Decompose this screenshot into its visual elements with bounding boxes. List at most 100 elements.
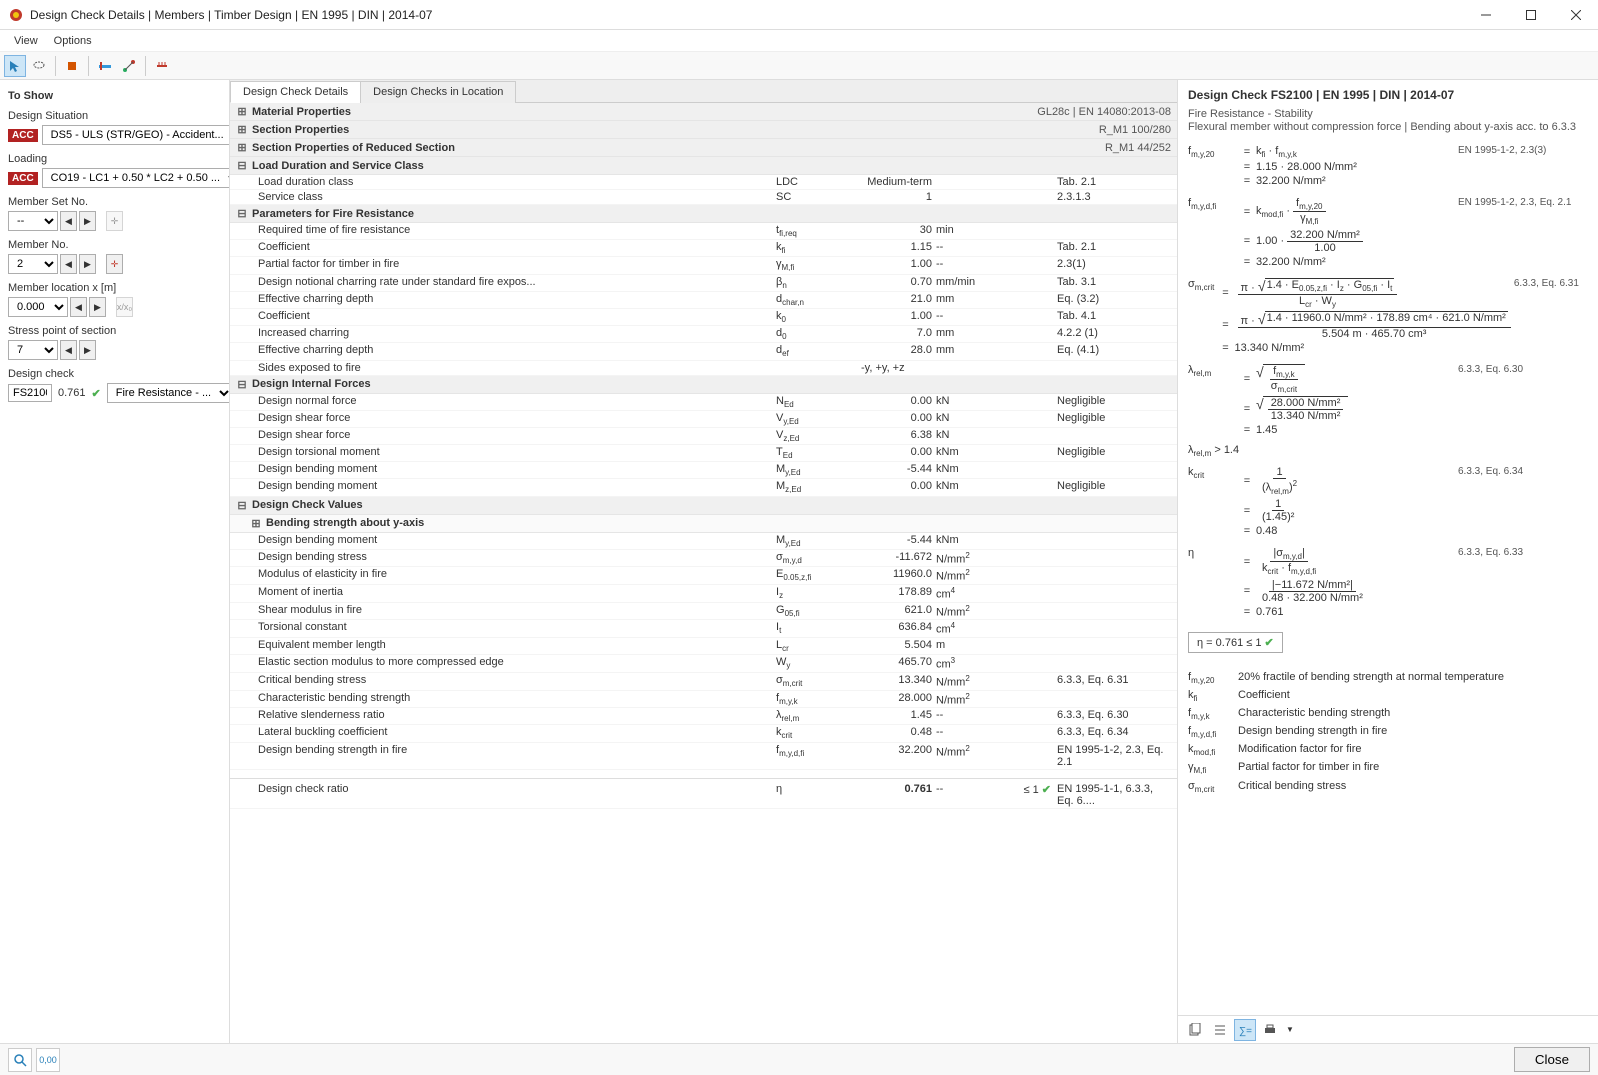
table-row: Critical bending stressσm,crit13.340N/mm… <box>230 673 1177 691</box>
dc-ratio: 0.761 <box>54 387 90 399</box>
print-icon[interactable] <box>1259 1019 1281 1041</box>
right-toolbar: ∑= ▼ <box>1178 1015 1598 1043</box>
eq-fmydfi: fm,y,d,fi =kmod,fi · fm,y,20γM,fi =1.00 … <box>1188 195 1588 269</box>
table-row: Relative slenderness ratioλrel,m1.45--6.… <box>230 708 1177 725</box>
eq-eta: η =|σm,y,d|kcrit · fm,y,d,fi =|−11.672 N… <box>1188 545 1588 619</box>
ms-next-button[interactable]: ▶ <box>79 211 96 231</box>
result-box: η = 0.761 ≤ 1 ✔ <box>1188 632 1283 653</box>
toolbar-section-icon[interactable] <box>61 55 83 77</box>
treegrid[interactable]: ⊞Material PropertiesGL28c | EN 14080:201… <box>230 103 1177 1043</box>
footer: 0,00 Close <box>0 1043 1598 1075</box>
loc-prev-button[interactable]: ◀ <box>70 297 87 317</box>
center-panel: Design Check Details Design Checks in Lo… <box>230 80 1178 1043</box>
right-sub2: Flexural member without compression forc… <box>1188 121 1588 133</box>
design-situation-select[interactable]: DS5 - ULS (STR/GEO) - Accident... <box>42 125 230 145</box>
loc-next-button[interactable]: ▶ <box>89 297 106 317</box>
table-row: Design bending momentMy,Ed-5.44kNm <box>230 533 1177 550</box>
list-icon[interactable] <box>1209 1019 1231 1041</box>
table-row: Moment of inertiaIz178.89cm4 <box>230 585 1177 603</box>
table-row: Design shear forceVz,Ed6.38kN <box>230 428 1177 445</box>
stress-label: Stress point of section <box>8 325 221 337</box>
eq-kcrit: kcrit =1(λrel,m)2 =1(1.45)² =0.48 6.3.3,… <box>1188 464 1588 539</box>
check-icon: ✔ <box>1042 784 1051 796</box>
loading-select[interactable]: CO19 - LC1 + 0.50 * LC2 + 0.50 ... <box>42 168 230 188</box>
table-row: Design bending stressσm,y,d-11.672N/mm2 <box>230 550 1177 568</box>
loc-pick-button[interactable]: x/x₀ <box>116 297 133 317</box>
close-dialog-button[interactable]: Close <box>1514 1047 1590 1072</box>
group-dcv[interactable]: ⊟Design Check Values <box>230 497 1177 515</box>
table-row: Equivalent member lengthLcr5.504m <box>230 638 1177 655</box>
group-ldsc[interactable]: ⊟Load Duration and Service Class <box>230 157 1177 175</box>
dc-code-field[interactable] <box>8 384 52 402</box>
table-row: Torsional constantIt636.84cm4 <box>230 620 1177 638</box>
mn-prev-button[interactable]: ◀ <box>60 254 77 274</box>
sp-next-button[interactable]: ▶ <box>79 340 96 360</box>
row-ldc: Load duration classLDCMedium-termTab. 2.… <box>230 175 1177 190</box>
table-row: Design shear forceVy,Ed0.00kNNegligible <box>230 411 1177 428</box>
mn-next-button[interactable]: ▶ <box>79 254 96 274</box>
lrel-condition: λrel,m > 1.4 <box>1188 444 1588 458</box>
eq-lrel: λrel,m =fm,y,kσm,crit =28.000 N/mm²13.34… <box>1188 362 1588 438</box>
table-row: Shear modulus in fireG05,fi621.0N/mm2 <box>230 603 1177 621</box>
design-situation-label: Design Situation <box>8 110 221 122</box>
memberset-label: Member Set No. <box>8 196 221 208</box>
toolbar-pointer-icon[interactable] <box>4 55 26 77</box>
dc-label: Design check <box>8 368 221 380</box>
ms-prev-button[interactable]: ◀ <box>60 211 77 231</box>
group-section-reduced[interactable]: ⊞Section Properties of Reduced SectionR_… <box>230 139 1177 157</box>
toolbar-beam-icon[interactable] <box>94 55 116 77</box>
maximize-button[interactable] <box>1508 0 1553 30</box>
minimize-button[interactable] <box>1463 0 1508 30</box>
memberset-select[interactable]: -- <box>8 211 58 231</box>
table-row: Design bending momentMy,Ed-5.44kNm <box>230 462 1177 479</box>
dc-name-select[interactable]: Fire Resistance - ... <box>107 383 230 403</box>
toolbar-load-icon[interactable] <box>151 55 173 77</box>
toolbar-node-icon[interactable] <box>118 55 140 77</box>
dropdown-icon[interactable]: ▼ <box>1284 1025 1296 1034</box>
units-icon[interactable]: 0,00 <box>36 1048 60 1072</box>
left-panel: To Show Design Situation ACC DS5 - ULS (… <box>0 80 230 1043</box>
table-row: Required time of fire resistancetfi,req3… <box>230 223 1177 240</box>
ms-pick-button[interactable]: ✛ <box>106 211 123 231</box>
group-section[interactable]: ⊞Section PropertiesR_M1 100/280 <box>230 121 1177 139</box>
table-row: Design bending momentMz,Ed0.00kNmNegligi… <box>230 479 1177 496</box>
table-row: Characteristic bending strengthfm,y,k28.… <box>230 691 1177 709</box>
table-row: Design normal forceNEd0.00kNNegligible <box>230 394 1177 411</box>
toolbar <box>0 52 1598 80</box>
right-title: Design Check FS2100 | EN 1995 | DIN | 20… <box>1188 88 1588 102</box>
stress-select[interactable]: 7 <box>8 340 58 360</box>
table-row: Modulus of elasticity in fireE0.05,z,fi1… <box>230 567 1177 585</box>
eq-fmy20: fm,y,20 =kfi · fm,y,k =1.15 · 28.000 N/m… <box>1188 143 1588 189</box>
table-row: Partial factor for timber in fireγM,fi1.… <box>230 257 1177 274</box>
copy-icon[interactable] <box>1184 1019 1206 1041</box>
memberno-label: Member No. <box>8 239 221 251</box>
formula-icon[interactable]: ∑= <box>1234 1019 1256 1041</box>
acc-badge: ACC <box>8 129 38 142</box>
table-row: Effective charring depthdchar,n21.0mmEq.… <box>230 292 1177 309</box>
group-dif[interactable]: ⊟Design Internal Forces <box>230 376 1177 394</box>
loading-label: Loading <box>8 153 221 165</box>
table-row: Design notional charring rate under stan… <box>230 275 1177 292</box>
right-panel: Design Check FS2100 | EN 1995 | DIN | 20… <box>1178 80 1598 1043</box>
sp-prev-button[interactable]: ◀ <box>60 340 77 360</box>
titlebar: Design Check Details | Members | Timber … <box>0 0 1598 30</box>
mn-pick-button[interactable]: ✛ <box>106 254 123 274</box>
tab-location[interactable]: Design Checks in Location <box>360 81 516 103</box>
table-row: Lateral buckling coefficientkcrit0.48--6… <box>230 725 1177 742</box>
svg-text:∑=: ∑= <box>1239 1026 1252 1037</box>
eq-smcrit: σm,crit =π · 1.4 · E0.05,z,fi · Iz · G05… <box>1188 276 1588 356</box>
app-icon <box>8 7 24 23</box>
close-button[interactable] <box>1553 0 1598 30</box>
menu-view[interactable]: View <box>6 33 46 49</box>
group-pfr[interactable]: ⊟Parameters for Fire Resistance <box>230 205 1177 223</box>
zoom-icon[interactable] <box>8 1048 32 1072</box>
table-row: Elastic section modulus to more compress… <box>230 655 1177 673</box>
group-material[interactable]: ⊞Material PropertiesGL28c | EN 14080:201… <box>230 103 1177 121</box>
check-icon: ✔ <box>92 387 101 400</box>
tab-details[interactable]: Design Check Details <box>230 81 361 103</box>
toolbar-lasso-icon[interactable] <box>28 55 50 77</box>
menu-options[interactable]: Options <box>46 33 100 49</box>
group-bsy[interactable]: ⊞Bending strength about y-axis <box>230 515 1177 533</box>
loc-select[interactable]: 0.000 <box>8 297 68 317</box>
memberno-select[interactable]: 2 <box>8 254 58 274</box>
